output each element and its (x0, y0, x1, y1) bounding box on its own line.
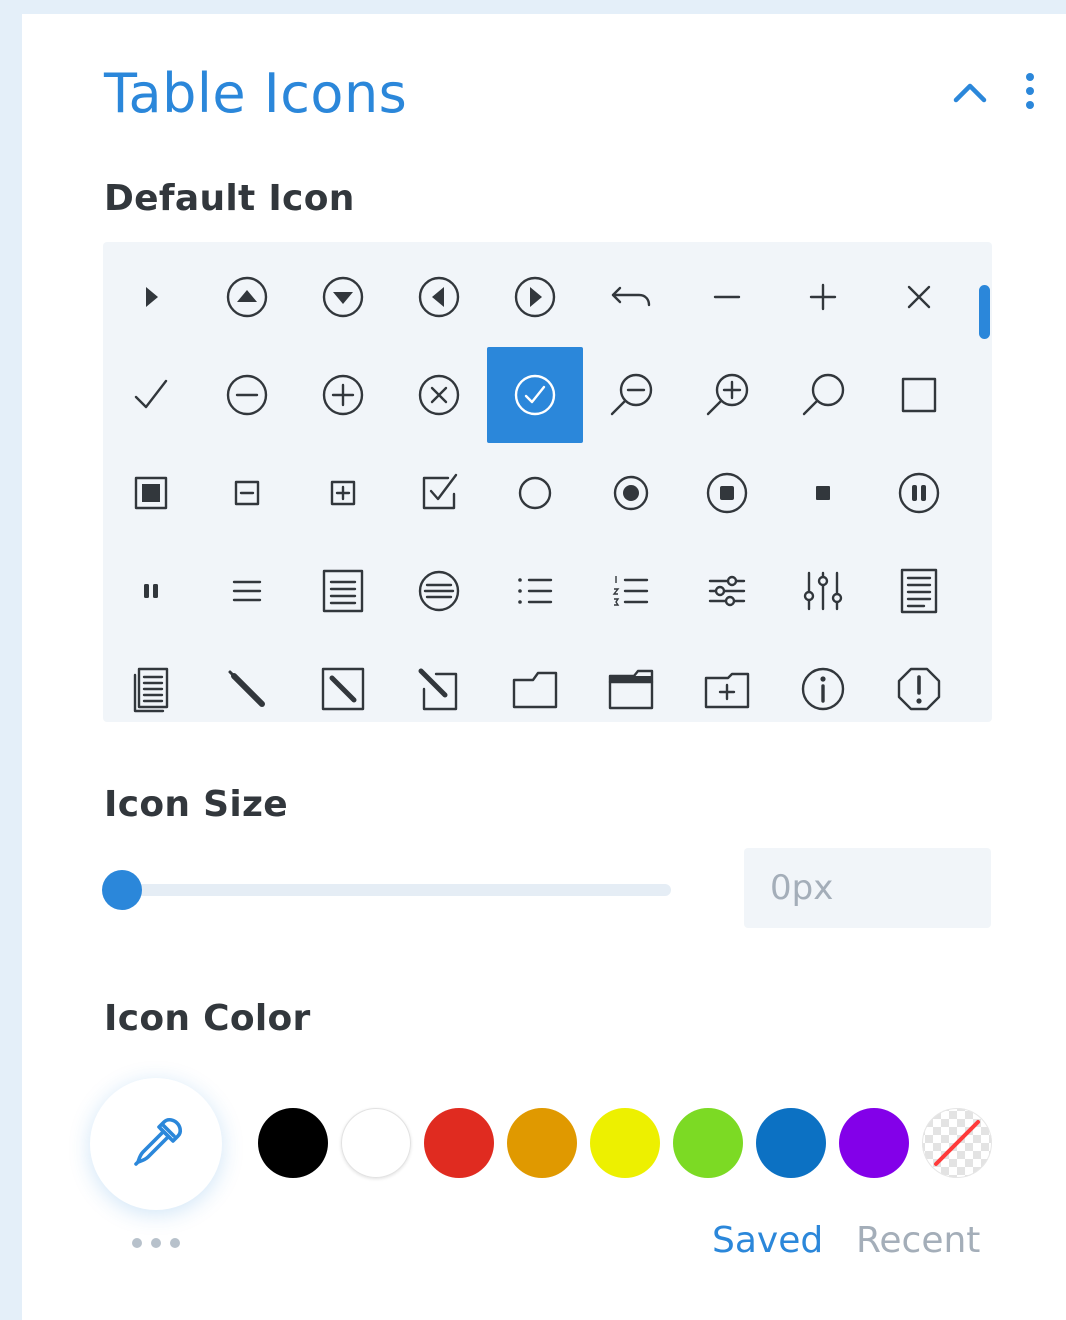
pencil-icon[interactable] (199, 641, 295, 722)
icon-size-slider-thumb[interactable] (102, 870, 142, 910)
eyedropper-icon (134, 1117, 183, 1166)
square-check-icon[interactable] (391, 445, 487, 541)
icon-size-label: Icon Size (104, 784, 288, 825)
circle-check-icon[interactable] (487, 347, 583, 443)
circle-arrow-right-icon[interactable] (487, 249, 583, 345)
chevron-up-icon[interactable] (950, 72, 990, 112)
square-pencil-icon[interactable] (295, 641, 391, 722)
radio-checked-icon[interactable] (583, 445, 679, 541)
zoom-out-icon[interactable] (583, 347, 679, 443)
square-pencil-corner-icon[interactable] (391, 641, 487, 722)
swatch-orange[interactable] (507, 1108, 577, 1178)
swatch-black[interactable] (258, 1108, 328, 1178)
small-square-icon[interactable] (775, 445, 871, 541)
doc-lines-icon[interactable] (295, 543, 391, 639)
circle-arrow-left-icon[interactable] (391, 249, 487, 345)
circle-arrow-down-icon[interactable] (295, 249, 391, 345)
square-minus-icon[interactable] (199, 445, 295, 541)
sliders-horizontal-icon[interactable] (679, 543, 775, 639)
swatch-transparent[interactable] (922, 1108, 992, 1178)
tab-saved[interactable]: Saved (712, 1220, 823, 1261)
folder-icon[interactable] (487, 641, 583, 722)
swatch-yellow[interactable] (590, 1108, 660, 1178)
swatch-green[interactable] (673, 1108, 743, 1178)
circle-pause-icon[interactable] (871, 445, 967, 541)
circle-lines-icon[interactable] (391, 543, 487, 639)
folder-open-icon[interactable] (583, 641, 679, 722)
octagon-exclamation-icon[interactable] (871, 641, 967, 722)
minus-icon[interactable] (679, 249, 775, 345)
circle-info-icon[interactable] (775, 641, 871, 722)
square-filled-inner-icon[interactable] (103, 445, 199, 541)
triangle-right-icon[interactable] (103, 249, 199, 345)
close-icon[interactable] (871, 249, 967, 345)
swatch-red[interactable] (424, 1108, 494, 1178)
numbered-list-icon[interactable] (583, 543, 679, 639)
default-icon-label: Default Icon (104, 178, 355, 219)
icon-size-input[interactable]: 0px (744, 848, 991, 928)
undo-icon[interactable] (583, 249, 679, 345)
circle-icon[interactable] (487, 445, 583, 541)
circle-minus-icon[interactable] (199, 347, 295, 443)
icon-size-slider-track[interactable] (122, 884, 671, 896)
doc-text-icon[interactable] (871, 543, 967, 639)
icon-grid-scrollbar[interactable] (979, 285, 990, 339)
circle-x-icon[interactable] (391, 347, 487, 443)
tab-recent[interactable]: Recent (856, 1220, 980, 1261)
circle-stop-icon[interactable] (679, 445, 775, 541)
more-colors-dots-icon[interactable] (130, 1236, 182, 1250)
folder-plus-icon[interactable] (679, 641, 775, 722)
circle-arrow-up-icon[interactable] (199, 249, 295, 345)
swatch-purple[interactable] (839, 1108, 909, 1178)
docs-stack-icon[interactable] (103, 641, 199, 722)
square-icon[interactable] (871, 347, 967, 443)
check-icon[interactable] (103, 347, 199, 443)
settings-panel: Table Icons Default Icon Icon Size 0px I… (22, 14, 1066, 1320)
circle-plus-icon[interactable] (295, 347, 391, 443)
sliders-vertical-icon[interactable] (775, 543, 871, 639)
swatch-white[interactable] (341, 1108, 411, 1178)
icon-color-label: Icon Color (104, 998, 311, 1039)
swatch-blue[interactable] (756, 1108, 826, 1178)
menu-lines-icon[interactable] (199, 543, 295, 639)
icon-picker-grid (103, 242, 992, 722)
bullet-list-icon[interactable] (487, 543, 583, 639)
pause-icon[interactable] (103, 543, 199, 639)
eyedropper-button[interactable] (90, 1078, 222, 1210)
vertical-dots-icon[interactable] (1018, 70, 1042, 114)
search-icon[interactable] (775, 347, 871, 443)
zoom-in-icon[interactable] (679, 347, 775, 443)
panel-title: Table Icons (104, 62, 408, 125)
plus-icon[interactable] (775, 249, 871, 345)
square-plus-icon[interactable] (295, 445, 391, 541)
